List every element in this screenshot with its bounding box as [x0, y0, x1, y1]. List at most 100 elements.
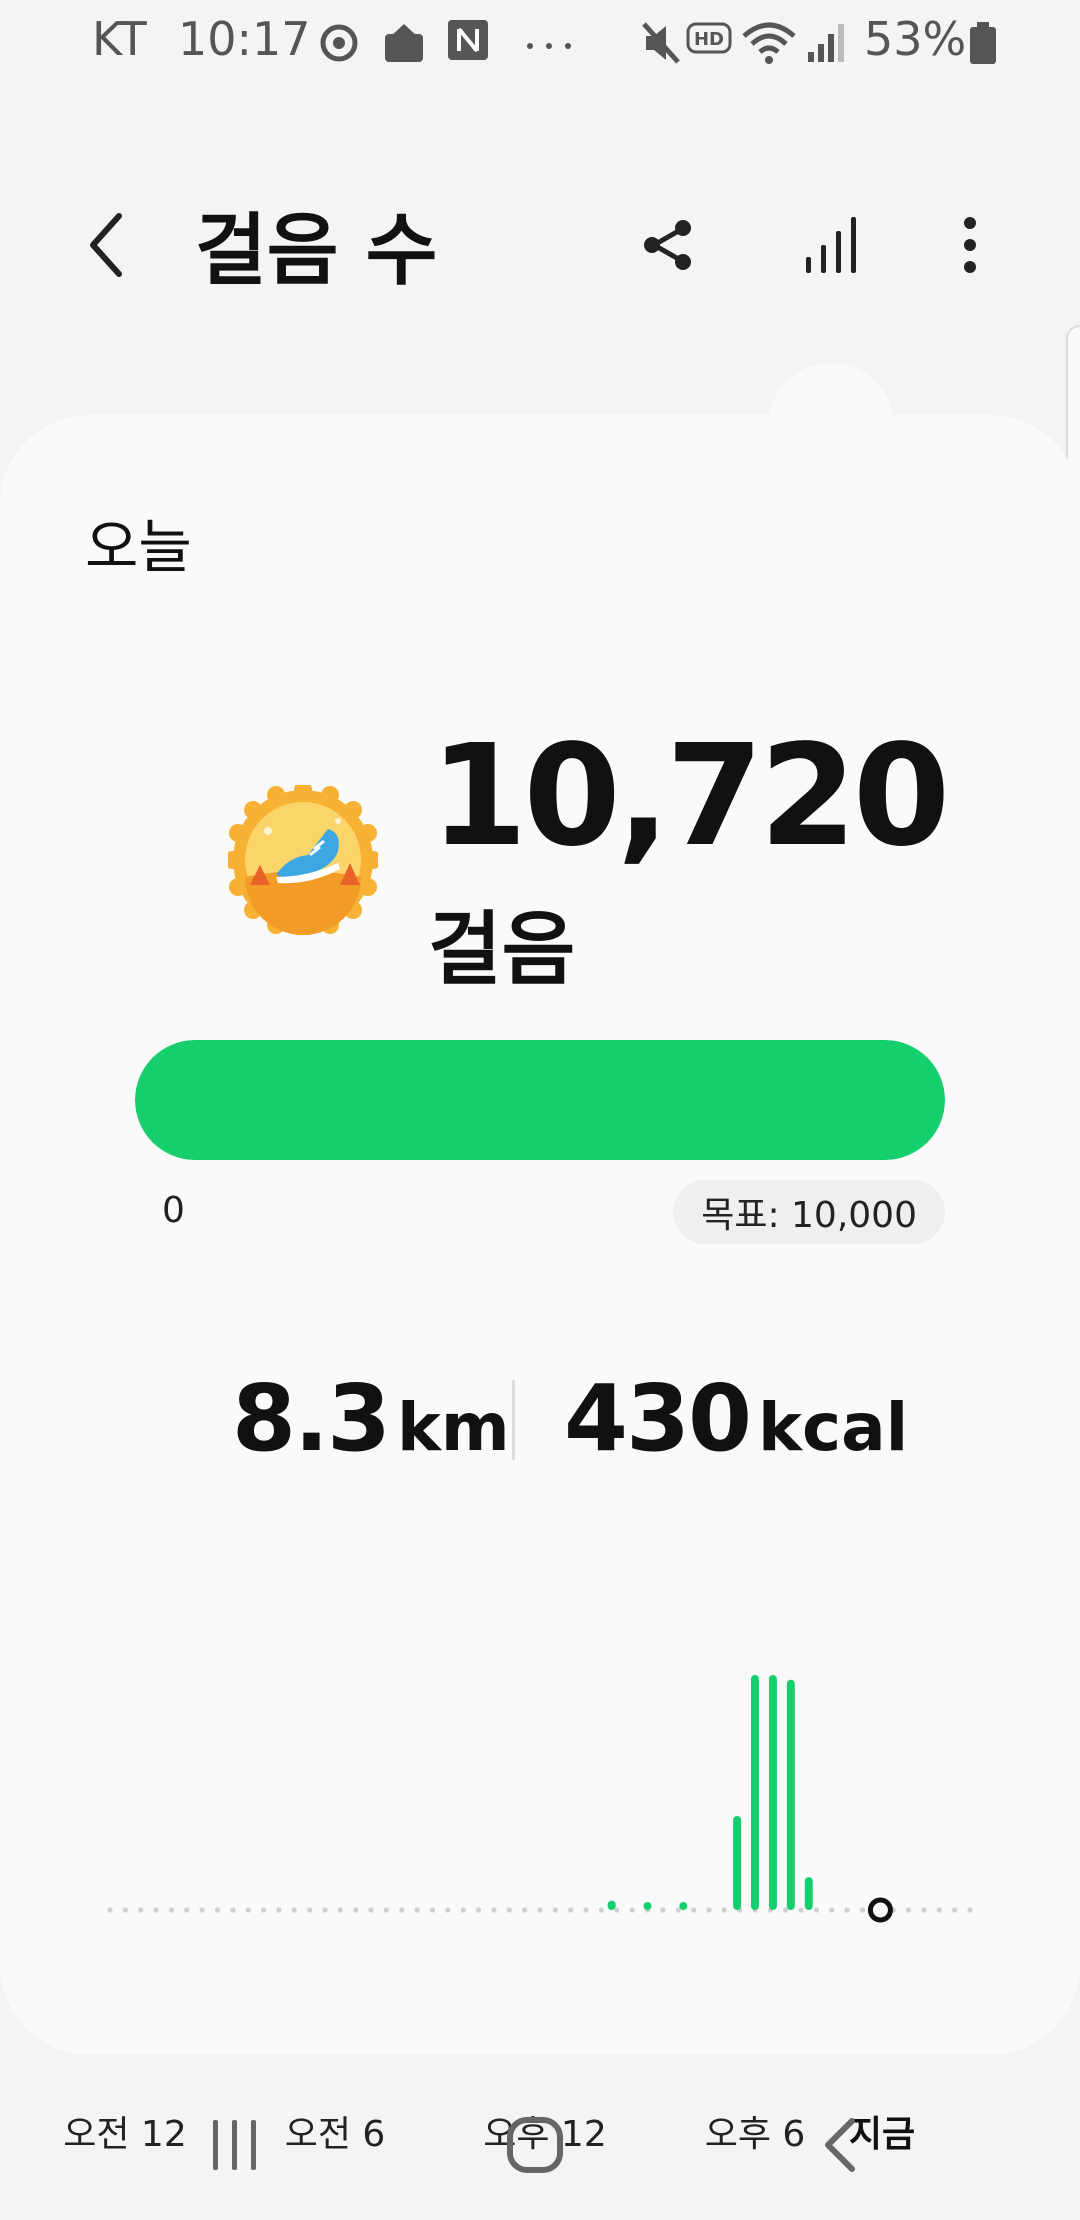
baseline-dot: [706, 1907, 712, 1913]
hour-bar: [751, 1675, 759, 1910]
baseline-dot: [414, 1907, 420, 1913]
back-button[interactable]: [70, 205, 140, 285]
baseline-dot: [905, 1907, 912, 1913]
nav-back-icon: [825, 2118, 855, 2172]
naver-icon: [448, 20, 488, 66]
nav-back-button[interactable]: [795, 2100, 885, 2190]
mute-icon: [640, 20, 682, 70]
distance-metric: 8.3 km: [232, 1365, 510, 1472]
day-label: 오늘: [85, 513, 192, 581]
baseline-dot: [952, 1907, 958, 1913]
goal-medal-icon: [224, 781, 382, 939]
baseline-dot: [368, 1907, 374, 1913]
baseline-dot: [967, 1907, 973, 1913]
baseline-dot: [552, 1907, 558, 1913]
sync-icon: [316, 20, 362, 70]
baseline-dot: [153, 1907, 159, 1913]
baseline-dot: [399, 1907, 405, 1913]
baseline-dot: [798, 1907, 804, 1913]
baseline-dot: [337, 1907, 343, 1913]
recents-button[interactable]: [190, 2100, 280, 2190]
baseline-dot: [583, 1907, 589, 1913]
baseline-dot: [138, 1907, 144, 1913]
baseline-dot: [859, 1907, 866, 1913]
baseline-dot: [936, 1907, 942, 1913]
hour-bar: [607, 1900, 616, 1910]
baseline-dot: [184, 1907, 190, 1913]
baseline-dot: [660, 1907, 666, 1913]
battery-icon: [968, 20, 998, 70]
baseline-dot: [199, 1907, 205, 1913]
goal-button[interactable]: 목표: 10,000: [673, 1180, 945, 1244]
hour-bar: [768, 1675, 777, 1910]
home-icon: [507, 2117, 563, 2173]
carrier-label: KT: [92, 12, 147, 66]
home-button[interactable]: [490, 2100, 580, 2190]
hour-bar: [733, 1816, 742, 1910]
svg-text:HD: HD: [694, 29, 724, 50]
baseline-dot: [537, 1907, 543, 1913]
baseline-dot: [721, 1907, 727, 1913]
baseline-dot: [829, 1907, 835, 1913]
baseline-dot: [445, 1907, 451, 1913]
today-card: 오늘 10,720 걸음 0 목표: 10,000 8.3 km 430 kca…: [0, 415, 1080, 2155]
baseline-dot: [460, 1907, 466, 1913]
baseline-dot: [214, 1907, 221, 1913]
baseline-dot: [307, 1907, 313, 1913]
baseline-dot: [230, 1907, 236, 1913]
baseline-dot: [322, 1907, 328, 1913]
more-vertical-icon: [964, 217, 976, 273]
signal-icon: [806, 20, 848, 70]
steps-count: 10,720: [430, 715, 950, 878]
goal-progress-bar: [135, 1040, 945, 1160]
baseline-dot: [598, 1907, 605, 1913]
baseline-dot: [844, 1907, 850, 1913]
page-title: 걸음 수: [195, 206, 438, 296]
hourly-steps-chart[interactable]: 오전 12 오전 6 오후 12 오후 6 지금: [0, 1615, 1080, 2155]
goal-progress-fill: [135, 1040, 945, 1160]
clock: 10:17: [178, 12, 311, 66]
baseline-dot: [383, 1907, 390, 1913]
baseline-dot: [491, 1907, 497, 1913]
metric-divider: [512, 1380, 515, 1460]
trends-icon: [806, 217, 856, 273]
steps-unit-label: 걸음: [428, 903, 576, 996]
progress-min-label: 0: [162, 1190, 185, 1231]
baseline-dot: [690, 1907, 697, 1913]
hour-bar: [679, 1902, 688, 1910]
baseline-dot: [122, 1907, 128, 1913]
battery-percent: 53%: [864, 12, 967, 66]
baseline-dot: [353, 1907, 359, 1913]
baseline-dot: [506, 1907, 512, 1913]
baseline-dot: [245, 1907, 251, 1913]
wifi-icon: [742, 20, 796, 70]
share-icon: [644, 220, 691, 270]
baseline-dot: [291, 1907, 297, 1913]
hour-bar: [786, 1679, 795, 1910]
baseline-dot: [522, 1907, 528, 1913]
now-marker: [867, 1897, 893, 1923]
trends-button[interactable]: [792, 205, 872, 285]
baseline-dot: [276, 1907, 282, 1913]
back-arrow-icon: [90, 213, 122, 277]
baseline-dot: [475, 1907, 482, 1913]
hourly-steps-chart-svg: [107, 1675, 973, 1923]
hour-bar: [804, 1877, 813, 1910]
baseline-dot: [629, 1907, 635, 1913]
baseline-dot: [429, 1907, 436, 1913]
calories-unit: kcal: [758, 1389, 909, 1466]
hd-icon: HD: [686, 20, 732, 62]
share-button[interactable]: [628, 205, 708, 285]
distance-unit: km: [396, 1389, 510, 1466]
mail-icon: [383, 20, 425, 70]
more-options-button[interactable]: [930, 205, 1010, 285]
baseline-dot: [168, 1907, 175, 1913]
recents-icon: [213, 2120, 256, 2170]
status-bar: KT 10:17 HD 53%: [0, 0, 1080, 90]
baseline-dot: [568, 1907, 574, 1913]
calories-value: 430: [564, 1365, 752, 1472]
hour-bar: [643, 1902, 652, 1910]
baseline-dot: [260, 1907, 267, 1913]
baseline-dot: [921, 1907, 927, 1913]
baseline-dot: [107, 1907, 113, 1913]
